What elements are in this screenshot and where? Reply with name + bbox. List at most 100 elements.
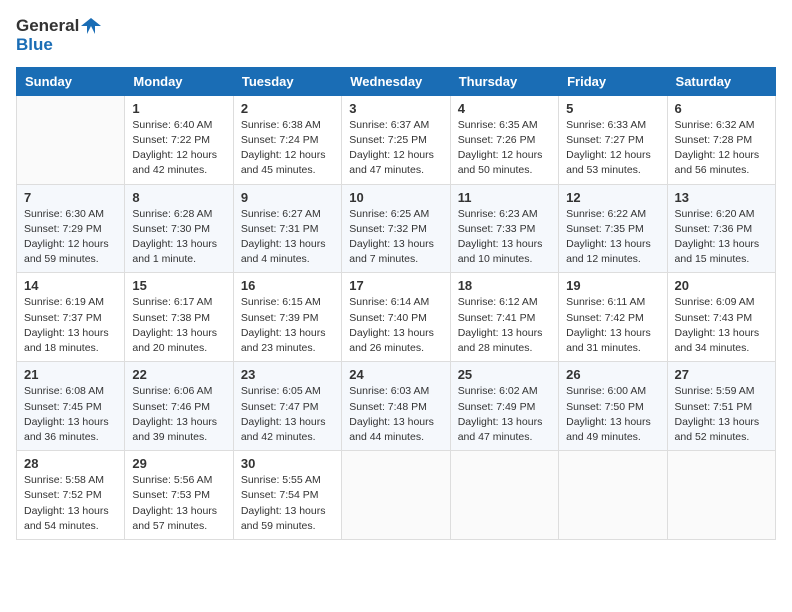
day-cell: 9 Sunrise: 6:27 AMSunset: 7:31 PMDaylight…: [233, 184, 341, 273]
day-info: Sunrise: 6:14 AMSunset: 7:40 PMDaylight:…: [349, 295, 442, 356]
day-number: 2: [241, 101, 334, 116]
day-number: 14: [24, 278, 117, 293]
day-cell: 15Sunrise: 6:17 AMSunset: 7:38 PMDayligh…: [125, 273, 233, 362]
day-cell: 19 Sunrise: 6:11 AMSunset: 7:42 PMDayligh…: [559, 273, 667, 362]
day-number: 26: [566, 367, 659, 382]
day-number: 29: [132, 456, 225, 471]
day-number: 9: [241, 190, 334, 205]
week-row-4: 21Sunrise: 6:08 AMSunset: 7:45 PMDayligh…: [17, 362, 776, 451]
day-number: 23: [241, 367, 334, 382]
day-info: Sunrise: 6:23 AMSunset: 7:33 PMDaylight:…: [458, 207, 551, 268]
day-info: Sunrise: 6:00 AMSunset: 7:50 PMDaylight:…: [566, 384, 659, 445]
day-cell: 4 Sunrise: 6:35 AMSunset: 7:26 PMDaylight…: [450, 95, 558, 184]
day-info: Sunrise: 6:33 AMSunset: 7:27 PMDaylight:…: [566, 118, 659, 179]
weekday-header-tuesday: Tuesday: [233, 67, 341, 95]
week-row-1: 1Sunrise: 6:40 AMSunset: 7:22 PMDaylight…: [17, 95, 776, 184]
day-number: 5: [566, 101, 659, 116]
week-row-5: 28 Sunrise: 5:58 AMSunset: 7:52 PMDayligh…: [17, 451, 776, 540]
day-info: Sunrise: 5:59 AMSunset: 7:51 PMDaylight:…: [675, 384, 768, 445]
day-cell: 14 Sunrise: 6:19 AMSunset: 7:37 PMDayligh…: [17, 273, 125, 362]
day-info: Sunrise: 6:11 AMSunset: 7:42 PMDaylight:…: [566, 295, 659, 356]
logo-general: General: [16, 17, 79, 36]
day-number: 18: [458, 278, 551, 293]
day-info: Sunrise: 6:28 AMSunset: 7:30 PMDaylight:…: [132, 207, 225, 268]
day-info: Sunrise: 6:19 AMSunset: 7:37 PMDaylight:…: [24, 295, 117, 356]
day-cell: [450, 451, 558, 540]
day-info: Sunrise: 6:20 AMSunset: 7:36 PMDaylight:…: [675, 207, 768, 268]
day-number: 27: [675, 367, 768, 382]
week-row-3: 14 Sunrise: 6:19 AMSunset: 7:37 PMDayligh…: [17, 273, 776, 362]
day-info: Sunrise: 6:05 AMSunset: 7:47 PMDaylight:…: [241, 384, 334, 445]
logo-bird-icon: [81, 16, 101, 36]
day-info: Sunrise: 6:03 AMSunset: 7:48 PMDaylight:…: [349, 384, 442, 445]
weekday-header-wednesday: Wednesday: [342, 67, 450, 95]
week-row-2: 7 Sunrise: 6:30 AMSunset: 7:29 PMDaylight…: [17, 184, 776, 273]
day-number: 12: [566, 190, 659, 205]
logo: General Blue: [16, 16, 101, 55]
day-cell: 11 Sunrise: 6:23 AMSunset: 7:33 PMDayligh…: [450, 184, 558, 273]
day-number: 22: [132, 367, 225, 382]
day-number: 20: [675, 278, 768, 293]
day-cell: 10 Sunrise: 6:25 AMSunset: 7:32 PMDayligh…: [342, 184, 450, 273]
day-number: 6: [675, 101, 768, 116]
calendar-table: SundayMondayTuesdayWednesdayThursdayFrid…: [16, 67, 776, 540]
day-number: 11: [458, 190, 551, 205]
day-number: 10: [349, 190, 442, 205]
weekday-header-sunday: Sunday: [17, 67, 125, 95]
day-cell: 17 Sunrise: 6:14 AMSunset: 7:40 PMDayligh…: [342, 273, 450, 362]
day-cell: 22 Sunrise: 6:06 AMSunset: 7:46 PMDayligh…: [125, 362, 233, 451]
day-number: 15: [132, 278, 225, 293]
day-cell: 20 Sunrise: 6:09 AMSunset: 7:43 PMDayligh…: [667, 273, 775, 362]
logo-blue: Blue: [16, 36, 53, 55]
day-cell: 29 Sunrise: 5:56 AMSunset: 7:53 PMDayligh…: [125, 451, 233, 540]
day-cell: 25 Sunrise: 6:02 AMSunset: 7:49 PMDayligh…: [450, 362, 558, 451]
day-info: Sunrise: 6:06 AMSunset: 7:46 PMDaylight:…: [132, 384, 225, 445]
day-number: 16: [241, 278, 334, 293]
day-number: 19: [566, 278, 659, 293]
day-number: 8: [132, 190, 225, 205]
day-cell: 28 Sunrise: 5:58 AMSunset: 7:52 PMDayligh…: [17, 451, 125, 540]
day-info: Sunrise: 5:58 AMSunset: 7:52 PMDaylight:…: [24, 473, 117, 534]
weekday-header-saturday: Saturday: [667, 67, 775, 95]
day-cell: 24Sunrise: 6:03 AMSunset: 7:48 PMDayligh…: [342, 362, 450, 451]
day-info: Sunrise: 6:12 AMSunset: 7:41 PMDaylight:…: [458, 295, 551, 356]
day-cell: 7 Sunrise: 6:30 AMSunset: 7:29 PMDaylight…: [17, 184, 125, 273]
day-number: 4: [458, 101, 551, 116]
weekday-header-thursday: Thursday: [450, 67, 558, 95]
weekday-header-row: SundayMondayTuesdayWednesdayThursdayFrid…: [17, 67, 776, 95]
day-info: Sunrise: 6:35 AMSunset: 7:26 PMDaylight:…: [458, 118, 551, 179]
day-cell: 26 Sunrise: 6:00 AMSunset: 7:50 PMDayligh…: [559, 362, 667, 451]
day-number: 25: [458, 367, 551, 382]
day-info: Sunrise: 5:56 AMSunset: 7:53 PMDaylight:…: [132, 473, 225, 534]
day-cell: 21Sunrise: 6:08 AMSunset: 7:45 PMDayligh…: [17, 362, 125, 451]
day-cell: 3Sunrise: 6:37 AMSunset: 7:25 PMDaylight…: [342, 95, 450, 184]
day-info: Sunrise: 6:09 AMSunset: 7:43 PMDaylight:…: [675, 295, 768, 356]
day-cell: 16 Sunrise: 6:15 AMSunset: 7:39 PMDayligh…: [233, 273, 341, 362]
day-number: 21: [24, 367, 117, 382]
day-info: Sunrise: 6:40 AMSunset: 7:22 PMDaylight:…: [132, 118, 225, 179]
day-cell: 2 Sunrise: 6:38 AMSunset: 7:24 PMDaylight…: [233, 95, 341, 184]
day-cell: 8 Sunrise: 6:28 AMSunset: 7:30 PMDaylight…: [125, 184, 233, 273]
day-number: 28: [24, 456, 117, 471]
day-cell: 5 Sunrise: 6:33 AMSunset: 7:27 PMDaylight…: [559, 95, 667, 184]
day-info: Sunrise: 5:55 AMSunset: 7:54 PMDaylight:…: [241, 473, 334, 534]
day-cell: [17, 95, 125, 184]
day-cell: 1Sunrise: 6:40 AMSunset: 7:22 PMDaylight…: [125, 95, 233, 184]
day-cell: 27 Sunrise: 5:59 AMSunset: 7:51 PMDayligh…: [667, 362, 775, 451]
day-info: Sunrise: 6:02 AMSunset: 7:49 PMDaylight:…: [458, 384, 551, 445]
day-info: Sunrise: 6:15 AMSunset: 7:39 PMDaylight:…: [241, 295, 334, 356]
day-info: Sunrise: 6:30 AMSunset: 7:29 PMDaylight:…: [24, 207, 117, 268]
day-info: Sunrise: 6:25 AMSunset: 7:32 PMDaylight:…: [349, 207, 442, 268]
day-cell: [559, 451, 667, 540]
day-cell: [342, 451, 450, 540]
day-info: Sunrise: 6:27 AMSunset: 7:31 PMDaylight:…: [241, 207, 334, 268]
day-cell: 18 Sunrise: 6:12 AMSunset: 7:41 PMDayligh…: [450, 273, 558, 362]
day-number: 7: [24, 190, 117, 205]
day-info: Sunrise: 6:32 AMSunset: 7:28 PMDaylight:…: [675, 118, 768, 179]
day-info: Sunrise: 6:38 AMSunset: 7:24 PMDaylight:…: [241, 118, 334, 179]
day-number: 17: [349, 278, 442, 293]
page-header: General Blue: [16, 16, 776, 55]
day-cell: 13Sunrise: 6:20 AMSunset: 7:36 PMDayligh…: [667, 184, 775, 273]
weekday-header-monday: Monday: [125, 67, 233, 95]
weekday-header-friday: Friday: [559, 67, 667, 95]
